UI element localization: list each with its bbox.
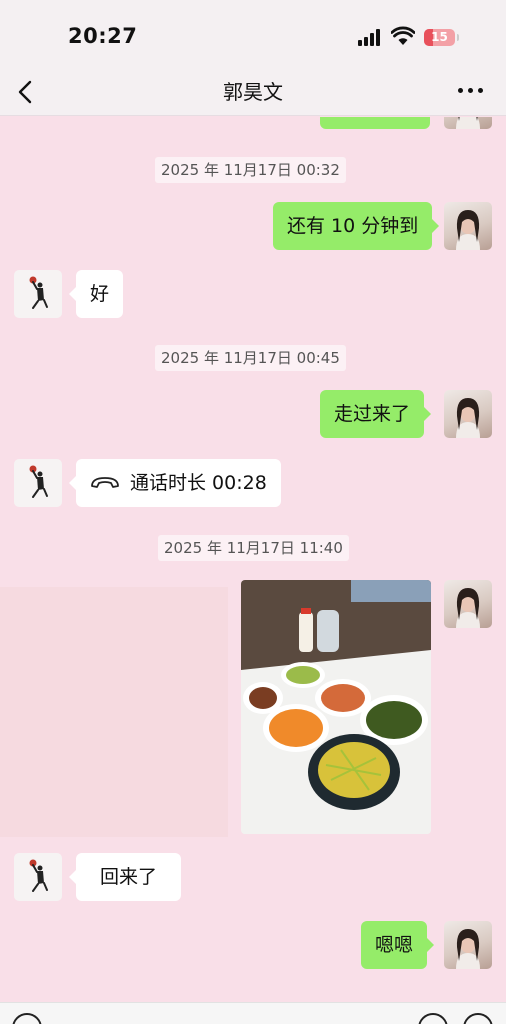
emoji-icon[interactable]	[418, 1013, 448, 1024]
contact-avatar[interactable]	[14, 853, 62, 901]
woman-portrait-icon	[456, 398, 480, 438]
cellular-signal-icon	[358, 29, 384, 46]
image-edge-block	[0, 587, 228, 837]
chat-header: 郭昊文	[0, 68, 506, 116]
contact-avatar[interactable]	[14, 270, 62, 318]
call-record-bubble[interactable]: 通话时长 00:28	[69, 459, 281, 507]
message-bubble-sent[interactable]: 走过来了	[320, 390, 432, 438]
timestamp: 2025 年 11月17日 11:40	[158, 535, 349, 561]
status-time: 20:27	[68, 24, 138, 48]
image-message[interactable]	[241, 580, 431, 834]
input-bar	[0, 1002, 506, 1024]
call-duration-text: 通话时长 00:28	[130, 472, 267, 494]
message-list[interactable]: 2025 年 11月17日 00:32 还有 10 分钟到 好 2025 年 1…	[0, 117, 506, 1002]
timestamp: 2025 年 11月17日 00:45	[155, 345, 346, 371]
basketball-player-icon	[29, 465, 48, 498]
timestamp: 2025 年 11月17日 00:32	[155, 157, 346, 183]
woman-portrait-icon	[456, 210, 480, 250]
woman-portrait-icon	[456, 117, 480, 129]
voice-icon[interactable]	[12, 1013, 42, 1024]
message-bubble-partial	[320, 117, 430, 129]
basketball-player-icon	[29, 276, 48, 309]
wifi-icon	[391, 26, 415, 45]
phone-handset-icon	[91, 477, 119, 488]
battery-level: 15	[431, 30, 448, 44]
chat-title: 郭昊文	[223, 80, 283, 104]
message-bubble-sent[interactable]: 嗯嗯	[361, 921, 435, 969]
plus-icon[interactable]	[463, 1013, 493, 1024]
message-bubble-sent[interactable]: 还有 10 分钟到	[273, 202, 440, 250]
more-dots-icon[interactable]	[458, 88, 486, 96]
woman-portrait-icon	[456, 588, 480, 628]
message-bubble-received[interactable]: 回来了	[68, 853, 182, 901]
my-avatar[interactable]	[444, 117, 492, 129]
my-avatar[interactable]	[444, 202, 492, 250]
status-bar: 20:27 15	[0, 0, 506, 68]
my-avatar[interactable]	[444, 921, 492, 969]
my-avatar[interactable]	[444, 390, 492, 438]
basketball-player-icon	[29, 859, 48, 892]
woman-portrait-icon	[456, 929, 480, 969]
message-bubble-received[interactable]: 好	[68, 270, 124, 318]
battery-icon: 15	[424, 29, 455, 46]
my-avatar[interactable]	[444, 580, 492, 628]
battery-tip	[457, 34, 459, 41]
contact-avatar[interactable]	[14, 459, 62, 507]
food-photo	[241, 580, 431, 834]
